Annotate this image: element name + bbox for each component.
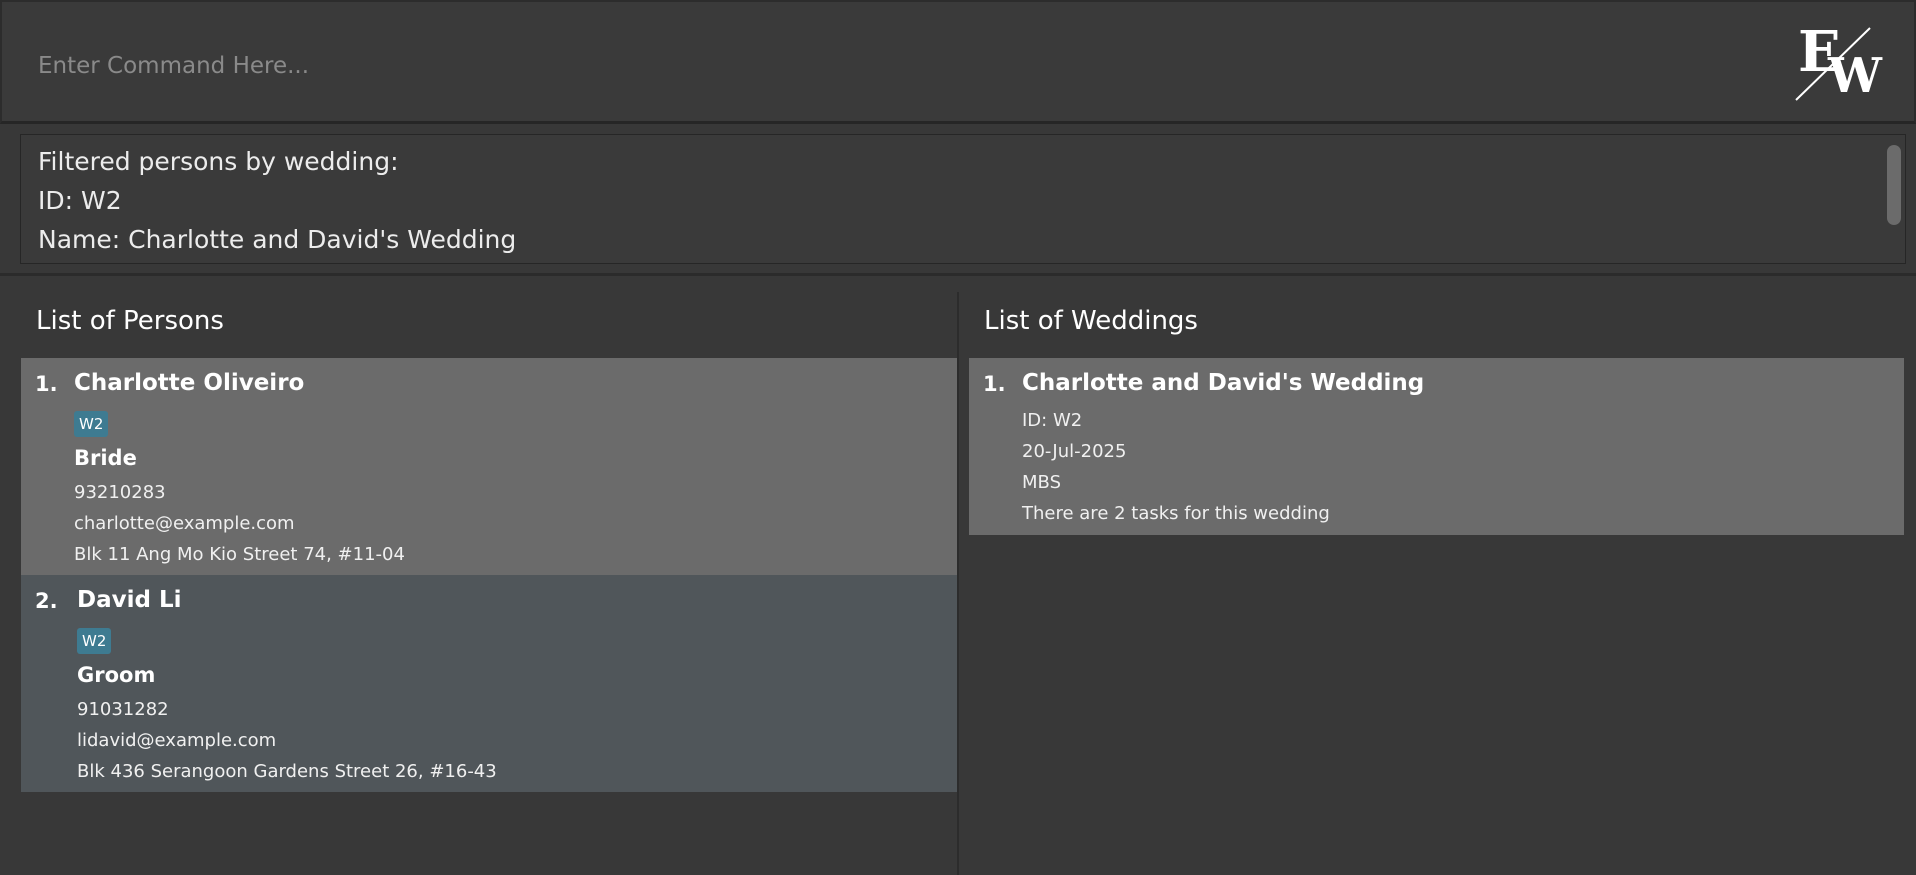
wedding-tag: W2 (74, 411, 109, 437)
person-card[interactable]: 1. Charlotte Oliveiro W2 Bride 93210283 … (21, 358, 957, 575)
person-role: Bride (74, 446, 137, 470)
result-line: Filtered persons by wedding: (38, 147, 399, 176)
result-scrollbar[interactable] (1887, 145, 1901, 225)
command-bar: E W (0, 0, 1916, 124)
wedding-tasks: There are 2 tasks for this wedding (1022, 503, 1330, 524)
person-email: charlotte@example.com (74, 513, 295, 534)
wedding-venue: MBS (1022, 472, 1061, 493)
person-email: lidavid@example.com (77, 730, 277, 751)
wedding-name: Charlotte and David's Wedding (1022, 370, 1425, 396)
app-logo: E W (1792, 22, 1888, 104)
wedding-id: ID: W2 (1022, 410, 1083, 431)
person-phone: 93210283 (74, 482, 166, 503)
person-role: Groom (77, 663, 156, 687)
panel-divider (957, 292, 959, 875)
persons-panel-title: List of Persons (36, 306, 224, 336)
result-display-area: Filtered persons by wedding: ID: W2 Name… (0, 124, 1916, 276)
person-name: David Li (77, 587, 182, 613)
person-card[interactable]: 2. David Li W2 Groom 91031282 lidavid@ex… (21, 575, 957, 792)
person-index: 2. (35, 589, 58, 613)
command-input[interactable] (38, 48, 1738, 84)
wedding-date: 20-Jul-2025 (1022, 441, 1127, 462)
weddings-panel-title: List of Weddings (984, 306, 1198, 336)
wedding-card[interactable]: 1. Charlotte and David's Wedding ID: W2 … (969, 358, 1904, 535)
person-address: Blk 436 Serangoon Gardens Street 26, #16… (77, 761, 497, 782)
person-address: Blk 11 Ang Mo Kio Street 74, #11-04 (74, 544, 405, 565)
wedding-tag: W2 (77, 628, 112, 654)
result-line: ID: W2 (38, 186, 122, 215)
result-line: Name: Charlotte and David's Wedding (38, 225, 517, 254)
person-name: Charlotte Oliveiro (74, 370, 305, 396)
person-phone: 91031282 (77, 699, 169, 720)
wedding-index: 1. (983, 372, 1006, 396)
person-index: 1. (35, 372, 58, 396)
logo-slash-icon (1795, 27, 1871, 101)
result-display[interactable]: Filtered persons by wedding: ID: W2 Name… (20, 134, 1906, 264)
